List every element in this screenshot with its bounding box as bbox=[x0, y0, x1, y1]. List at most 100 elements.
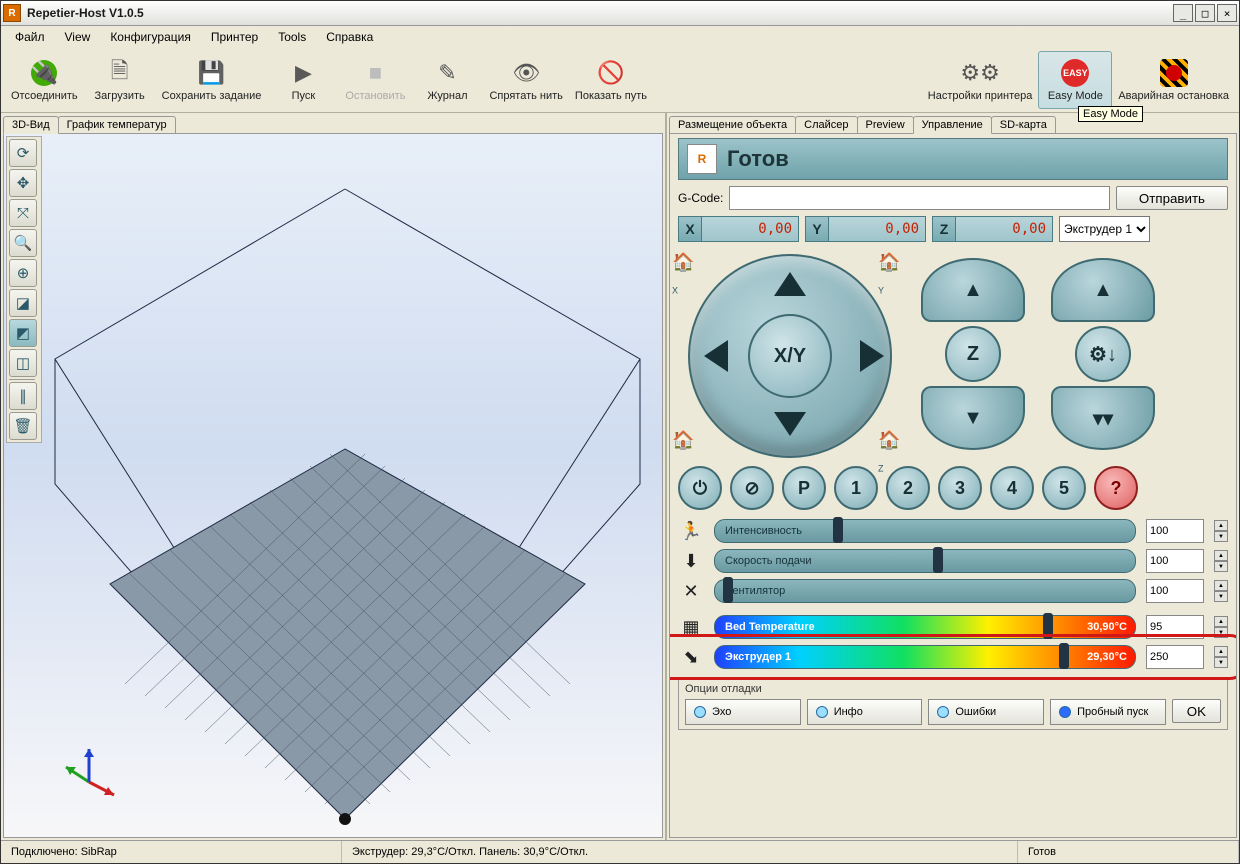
jog-extrude-pad: ▲ ⚙↓ ▾▾ bbox=[1048, 258, 1158, 450]
value-input[interactable]: 95 bbox=[1146, 615, 1204, 639]
load-button[interactable]: 🗎Загрузить bbox=[84, 52, 156, 108]
debug-ошибки[interactable]: Ошибки bbox=[928, 699, 1044, 725]
tab-управление[interactable]: Управление bbox=[913, 116, 992, 134]
jog-z-minus[interactable]: ▼ bbox=[921, 386, 1025, 450]
move2-button[interactable]: ⤧ bbox=[9, 199, 37, 227]
debug-пробный пуск[interactable]: Пробный пуск bbox=[1050, 699, 1166, 725]
tab-слайсер[interactable]: Слайсер bbox=[795, 116, 857, 133]
debug-ok-button[interactable]: OK bbox=[1172, 699, 1221, 723]
value-input[interactable]: 100 bbox=[1146, 519, 1204, 543]
spinner[interactable]: ▲▼ bbox=[1214, 646, 1228, 668]
disconnect-button[interactable]: 🔌Отсоединить bbox=[5, 52, 84, 108]
extruder-select[interactable]: Экструдер 1 bbox=[1059, 216, 1150, 242]
debug-title: Опции отладки bbox=[685, 683, 1221, 695]
cmd-button-5[interactable]: 3 bbox=[938, 466, 982, 510]
jog-y-minus[interactable] bbox=[774, 412, 806, 436]
cmd-button-8[interactable]: ? bbox=[1094, 466, 1138, 510]
spinner[interactable]: ▲▼ bbox=[1214, 580, 1228, 602]
tab-sd-карта[interactable]: SD-карта bbox=[991, 116, 1056, 133]
iso3-button[interactable]: ◫ bbox=[9, 349, 37, 377]
send-button[interactable]: Отправить bbox=[1116, 186, 1228, 210]
showpath-button[interactable]: 🚫Показать путь bbox=[569, 52, 653, 108]
jog-xy-center[interactable]: X/Y bbox=[748, 314, 832, 398]
tab-график-температур[interactable]: График температур bbox=[58, 116, 176, 133]
jog-x-minus[interactable] bbox=[704, 340, 728, 372]
jog-z-center[interactable]: Z bbox=[945, 326, 1001, 382]
move-button[interactable]: ✥ bbox=[9, 169, 37, 197]
menu-файл[interactable]: Файл bbox=[7, 28, 53, 46]
value-input[interactable]: 100 bbox=[1146, 549, 1204, 573]
cmd-button-2[interactable]: P bbox=[782, 466, 826, 510]
cmd-button-0[interactable]: ⏻ bbox=[678, 466, 722, 510]
jog-z-pad: ▲ Z ▼ bbox=[918, 258, 1028, 450]
parallel-button[interactable]: ∥ bbox=[9, 382, 37, 410]
cmd-button-3[interactable]: 1 bbox=[834, 466, 878, 510]
log-button[interactable]: ✎ Журнал bbox=[411, 52, 483, 108]
jog-xy-pad[interactable]: 🏠X 🏠Y 🏠 🏠Z X/Y bbox=[678, 254, 898, 454]
debug-инфо[interactable]: Инфо bbox=[807, 699, 923, 725]
coord-y: Y0,00 bbox=[805, 216, 926, 242]
log-icon: ✎ bbox=[433, 59, 461, 87]
retract-button[interactable]: ▾▾ bbox=[1051, 386, 1155, 450]
spinner[interactable]: ▲▼ bbox=[1214, 520, 1228, 542]
home-all-icon[interactable]: 🏠 bbox=[672, 430, 698, 456]
app-window: R Repetier-Host V1.0.5 _ □ × ФайлViewКон… bbox=[0, 0, 1240, 864]
cmd-button-7[interactable]: 5 bbox=[1042, 466, 1086, 510]
cmd-button-4[interactable]: 2 bbox=[886, 466, 930, 510]
log-label: Журнал bbox=[427, 90, 467, 102]
easy-icon: EASY bbox=[1061, 59, 1089, 87]
menu-view[interactable]: View bbox=[57, 28, 99, 46]
left-tabs: 3D-ВидГрафик температур bbox=[1, 113, 665, 133]
delete-button[interactable]: 🗑 bbox=[9, 412, 37, 440]
hide-button[interactable]: 👁Спрятать нить bbox=[483, 52, 568, 108]
home-z-icon[interactable]: 🏠Z bbox=[878, 430, 904, 456]
maximize-button[interactable]: □ bbox=[1195, 4, 1215, 22]
ext-slider[interactable]: Экструдер 129,30°C bbox=[714, 645, 1136, 669]
run-button[interactable]: ▶Пуск bbox=[267, 52, 339, 108]
debug-эхо[interactable]: Эхо bbox=[685, 699, 801, 725]
cmd-button-6[interactable]: 4 bbox=[990, 466, 1034, 510]
estop-button[interactable]: Аварийная остановка bbox=[1112, 52, 1235, 108]
iso2-button[interactable]: ◩ bbox=[9, 319, 37, 347]
home-x-icon[interactable]: 🏠X bbox=[672, 252, 698, 278]
gcode-input[interactable] bbox=[729, 186, 1110, 210]
close-button[interactable]: × bbox=[1217, 4, 1237, 22]
jog-y-plus[interactable] bbox=[774, 272, 806, 296]
jog-z-plus[interactable]: ▲ bbox=[921, 258, 1025, 322]
reset-view-button[interactable]: ⟳ bbox=[9, 139, 37, 167]
gcode-label: G-Code: bbox=[678, 191, 723, 205]
cmd-button-1[interactable]: ⊘ bbox=[730, 466, 774, 510]
jog-x-plus[interactable] bbox=[860, 340, 884, 372]
psettings-button[interactable]: ⚙⚙Настройки принтера bbox=[922, 52, 1039, 108]
spinner[interactable]: ▲▼ bbox=[1214, 550, 1228, 572]
menu-принтер[interactable]: Принтер bbox=[203, 28, 266, 46]
extrude-button[interactable]: ▲ bbox=[1051, 258, 1155, 322]
tab-3d-вид[interactable]: 3D-Вид bbox=[3, 116, 59, 134]
menu-tools[interactable]: Tools bbox=[270, 28, 314, 46]
spinner[interactable]: ▲▼ bbox=[1214, 616, 1228, 638]
fit-button[interactable]: ⊕ bbox=[9, 259, 37, 287]
3d-viewport[interactable]: ⟳ ✥ ⤧ 🔍 ⊕ ◪ ◩ ◫ ∥ 🗑 bbox=[3, 133, 663, 838]
fan-slider[interactable]: Вентилятор bbox=[714, 579, 1136, 603]
bed-slider[interactable]: Bed Temperature30,90°C bbox=[714, 615, 1136, 639]
extrude-center[interactable]: ⚙↓ bbox=[1075, 326, 1131, 382]
stop-button[interactable]: ■Остановить bbox=[339, 52, 411, 108]
minimize-button[interactable]: _ bbox=[1173, 4, 1193, 22]
iso1-button[interactable]: ◪ bbox=[9, 289, 37, 317]
value-input[interactable]: 100 bbox=[1146, 579, 1204, 603]
tab-preview[interactable]: Preview bbox=[857, 116, 914, 133]
hide-icon: 👁 bbox=[512, 59, 540, 87]
easy-button[interactable]: EASYEasy Mode bbox=[1038, 51, 1112, 109]
zoom-button[interactable]: 🔍 bbox=[9, 229, 37, 257]
home-y-icon[interactable]: 🏠Y bbox=[878, 252, 904, 278]
menu-справка[interactable]: Справка bbox=[318, 28, 381, 46]
menu-конфигурация[interactable]: Конфигурация bbox=[102, 28, 199, 46]
feed-slider[interactable]: Скорость подачи bbox=[714, 549, 1136, 573]
savejob-button[interactable]: 💾Сохранить задание bbox=[156, 52, 268, 108]
speed-slider[interactable]: Интенсивность bbox=[714, 519, 1136, 543]
tab-размещение-объекта[interactable]: Размещение объекта bbox=[669, 116, 796, 133]
coord-x: X0,00 bbox=[678, 216, 799, 242]
value-input[interactable]: 250 bbox=[1146, 645, 1204, 669]
disconnect-icon: 🔌 bbox=[30, 59, 58, 87]
load-label: Загрузить bbox=[95, 90, 145, 102]
